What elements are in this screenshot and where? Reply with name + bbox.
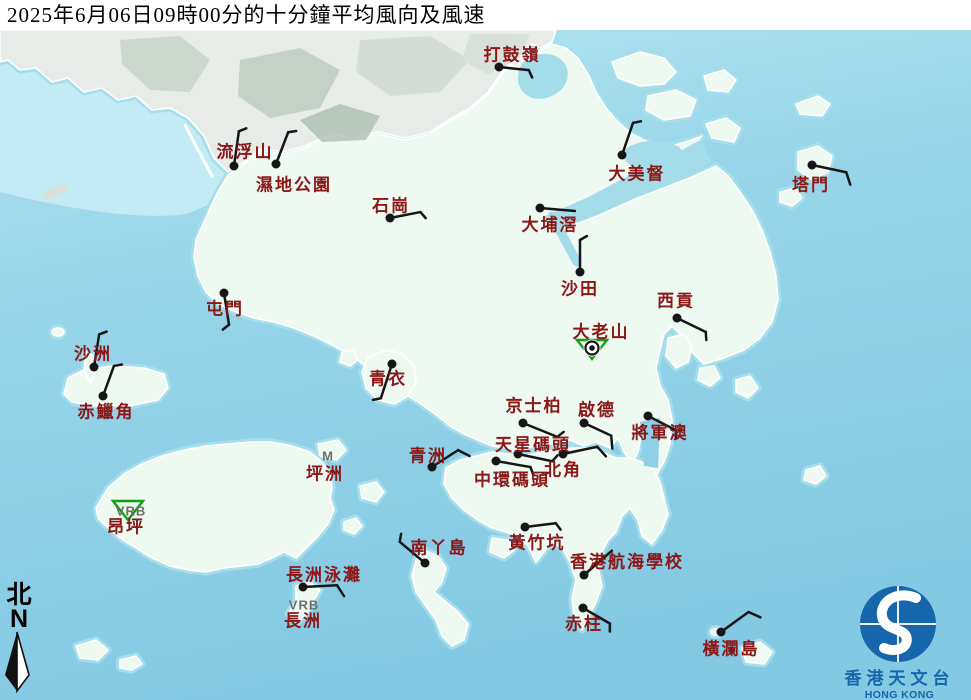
hong-kong-base-map [0, 0, 971, 700]
hko-name-cn: 香港天文台 [832, 669, 967, 689]
hko-name-en: HONG KONG OBSERVATORY [832, 689, 967, 700]
north-arrow-icon [2, 630, 36, 694]
map-title: 2025年6月06日09時00分的十分鐘平均風向及風速 [0, 0, 971, 30]
hko-logo-block: 香港天文台 HONG KONG OBSERVATORY [832, 584, 967, 700]
wind-map-screen: 打鼓嶺流浮山濕地公園石崗大美督塔門大埔滘沙田屯門西貢沙洲大老山青衣赤鱲角京士柏啟… [0, 0, 971, 700]
hko-logo-icon [832, 584, 967, 664]
north-letter: N [2, 608, 36, 630]
north-compass: 北 N [2, 583, 36, 699]
